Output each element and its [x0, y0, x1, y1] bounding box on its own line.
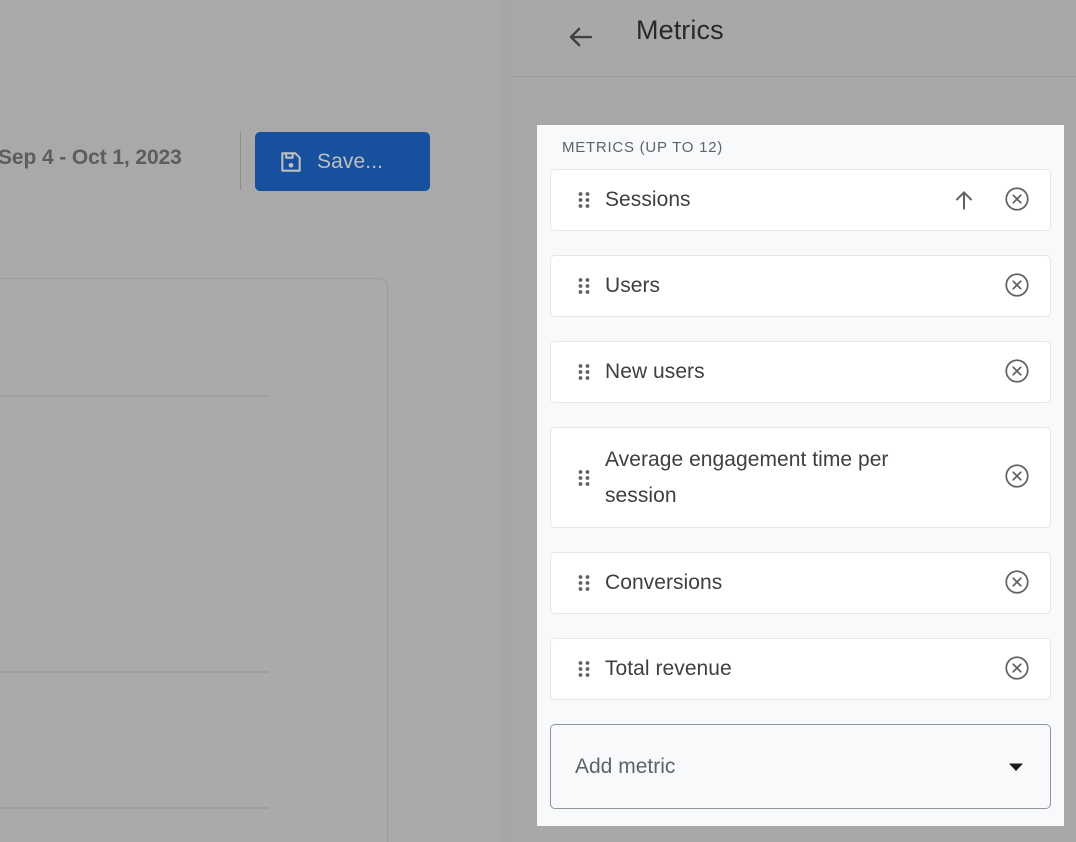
remove-metric-button[interactable] — [1002, 357, 1032, 387]
metric-row[interactable]: Sessions — [550, 169, 1051, 231]
date-range-label[interactable]: Sep 4 - Oct 1, 2023 — [0, 146, 182, 170]
remove-metric-button[interactable] — [1002, 568, 1032, 598]
metric-row[interactable]: Average engagement time per session — [550, 427, 1051, 528]
drag-handle-icon[interactable] — [571, 362, 597, 382]
metric-name: Users — [605, 274, 661, 297]
metrics-card: METRICS (UP TO 12) Sessions Users New us… — [537, 125, 1064, 826]
page-scrollbar-track[interactable] — [500, 0, 1011, 842]
remove-circle-x-icon — [1003, 568, 1031, 599]
report-divider-1 — [0, 395, 268, 397]
metrics-section-label: METRICS (UP TO 12) — [562, 139, 724, 156]
metric-name: New users — [605, 360, 705, 383]
drag-handle-icon[interactable] — [571, 659, 597, 679]
add-metric-dropdown[interactable]: Add metric — [550, 724, 1051, 809]
floppy-disk-save-icon — [278, 149, 304, 175]
metric-row[interactable]: Conversions — [550, 552, 1051, 614]
remove-circle-x-icon — [1003, 462, 1031, 493]
metric-row[interactable]: Users — [550, 255, 1051, 317]
remove-metric-button[interactable] — [1002, 654, 1032, 684]
report-divider-2 — [0, 671, 268, 673]
metrics-list: Sessions Users New users Average engagem… — [550, 169, 1051, 809]
metric-row[interactable]: New users — [550, 341, 1051, 403]
drag-handle-icon[interactable] — [571, 190, 597, 210]
remove-metric-button[interactable] — [1002, 463, 1032, 493]
panel-header: Metrics — [513, 0, 1076, 77]
save-button-label: Save... — [317, 149, 384, 173]
drag-handle-icon[interactable] — [571, 276, 597, 296]
remove-metric-button[interactable] — [1002, 185, 1032, 215]
arrow-left-icon — [566, 22, 596, 55]
remove-circle-x-icon — [1003, 185, 1031, 216]
arrow-up-icon[interactable] — [951, 187, 977, 213]
save-button[interactable]: Save... — [255, 132, 430, 191]
metric-name: Total revenue — [605, 657, 732, 680]
metrics-side-panel: Metrics METRICS (UP TO 12) Sessions User… — [513, 0, 1076, 842]
report-content-card — [0, 278, 388, 842]
back-button[interactable] — [557, 14, 605, 62]
drag-handle-icon[interactable] — [571, 573, 597, 593]
metric-row[interactable]: Total revenue — [550, 638, 1051, 700]
add-metric-placeholder: Add metric — [575, 754, 676, 778]
metric-name: Sessions — [605, 188, 691, 211]
metric-name: Conversions — [605, 571, 723, 594]
remove-circle-x-icon — [1003, 357, 1031, 388]
remove-metric-button[interactable] — [1002, 271, 1032, 301]
page-title: Metrics — [636, 15, 724, 45]
dimmed-report-backdrop: Sep 4 - Oct 1, 2023 Save... — [0, 0, 513, 842]
metric-name: Average engagement time per session — [605, 447, 889, 507]
chevron-down-icon[interactable] — [1006, 757, 1026, 777]
remove-circle-x-icon — [1003, 654, 1031, 685]
report-divider-3 — [0, 807, 268, 809]
report-toolbar: Sep 4 - Oct 1, 2023 Save... — [0, 60, 513, 191]
toolbar-divider — [240, 132, 241, 190]
drag-handle-icon[interactable] — [571, 468, 597, 488]
remove-circle-x-icon — [1003, 271, 1031, 302]
